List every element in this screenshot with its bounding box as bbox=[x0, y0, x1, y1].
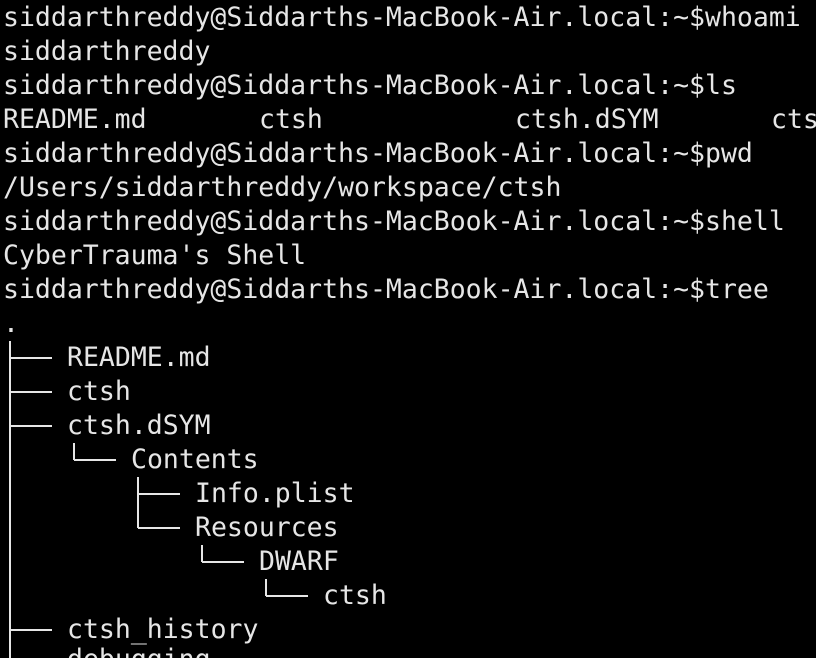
tree-entry: Info.plist bbox=[195, 478, 355, 509]
tree-entry: debugging bbox=[67, 643, 211, 658]
tree-entry: Contents bbox=[131, 444, 259, 475]
tree-entry: DWARF bbox=[259, 546, 339, 577]
terminal-window[interactable]: siddarthreddy@Siddarths-MacBook-Air.loca… bbox=[0, 0, 816, 658]
tree-entry: ctsh bbox=[323, 580, 387, 611]
tree-entry: Resources bbox=[195, 512, 339, 543]
tree-entry: ctsh_history bbox=[67, 614, 259, 645]
tree-entry: ctsh.dSYM bbox=[67, 410, 211, 441]
tree-entry: README.md bbox=[67, 342, 211, 373]
tree-entry: ctsh bbox=[67, 376, 131, 407]
tree-connector-lines bbox=[9, 341, 308, 658]
